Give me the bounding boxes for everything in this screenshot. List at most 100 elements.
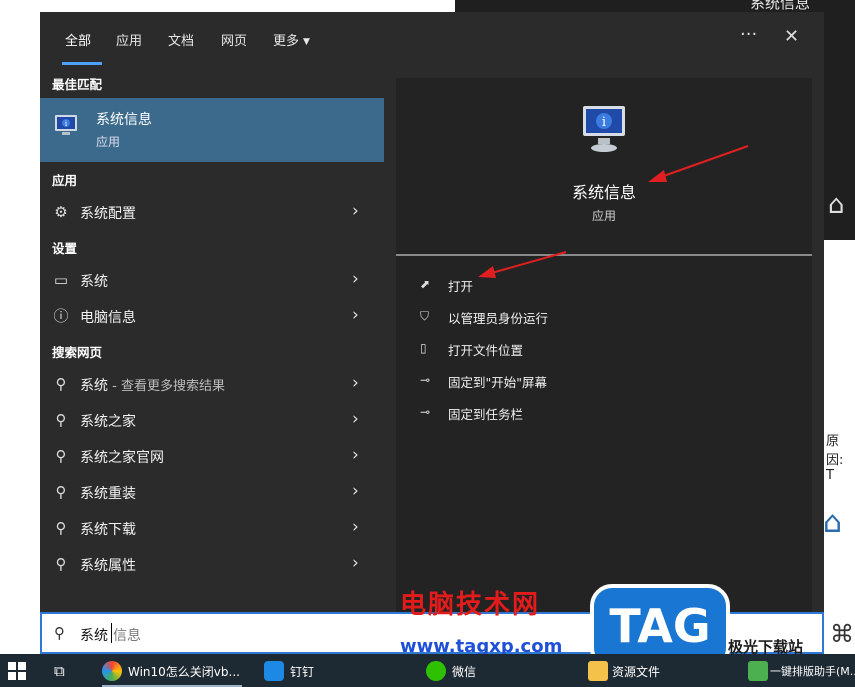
chevron-right-icon[interactable]: › [352, 201, 359, 221]
chevron-right-icon[interactable]: › [352, 269, 359, 289]
taskbar-item-label: 微信 [452, 665, 477, 679]
taskbar-item-dingtalk[interactable]: 钉钉 [262, 654, 332, 687]
tab-web[interactable]: 网页 [221, 30, 247, 49]
result-label: 系统之家官网 [80, 450, 164, 466]
chevron-right-icon[interactable]: › [352, 445, 359, 465]
result-label: 电脑信息 [80, 310, 136, 326]
result-system[interactable]: ▭ 系统 › [40, 262, 384, 298]
chevron-right-icon[interactable]: › [352, 481, 359, 501]
tab-more-label: 更多 [273, 34, 300, 49]
taskbar-item-label: 钉钉 [290, 665, 315, 679]
results-list: 最佳匹配 i 系统信息 应用 应用 ⚙ 系统配置 › 设置 ▭ 系统 › ⓘ 电… [40, 66, 384, 612]
web-result[interactable]: ⚲ 系统之家官网 › [40, 438, 384, 474]
best-match-subtitle: 应用 [96, 135, 121, 149]
background-text-fragment: 原因: T [826, 434, 844, 483]
action-label: 以管理员身份运行 [448, 311, 549, 326]
chevron-right-icon[interactable]: › [352, 373, 359, 393]
result-pc-info[interactable]: ⓘ 电脑信息 › [40, 298, 384, 334]
watermark-brand: 极光下载站 [728, 638, 804, 656]
search-suggestion-text: 信息 [113, 628, 141, 644]
preview-app-subtitle: 应用 [591, 209, 616, 223]
info-icon: ⓘ [53, 307, 69, 325]
tab-more[interactable]: 更多 ▼ [273, 30, 310, 49]
web-header: 搜索网页 [52, 345, 103, 360]
taskbar-item-label: 资源文件 [612, 665, 661, 679]
caret-down-icon: ▼ [303, 36, 310, 47]
chevron-right-icon[interactable]: › [352, 305, 359, 325]
preview-divider [396, 254, 812, 256]
web-result[interactable]: ⚲ 系统下载 › [40, 510, 384, 546]
annotation-arrow [648, 145, 749, 182]
search-icon: ⚲ [55, 447, 67, 465]
action-label: 固定到任务栏 [448, 407, 524, 422]
annotation-arrow [478, 251, 567, 278]
result-label: 系统重装 [80, 486, 136, 502]
web-result[interactable]: ⚲ 系统属性 › [40, 546, 384, 582]
active-tab-indicator [62, 62, 102, 65]
web-result[interactable]: ⚲ 系统 - 查看更多搜索结果 › [40, 366, 384, 402]
search-icon: ⚲ [55, 519, 67, 537]
search-tab-bar: 全部 应用 文档 网页 更多 ▼ ··· ✕ [40, 12, 824, 66]
result-label: 系统之家 [80, 414, 136, 430]
best-match-title: 系统信息 [96, 112, 152, 128]
start-button[interactable] [6, 654, 28, 687]
result-label: 系统属性 [80, 558, 136, 574]
search-panel: 全部 应用 文档 网页 更多 ▼ ··· ✕ 最佳匹配 i 系统信息 应用 应用 … [40, 12, 824, 612]
system-config-icon: ⚙ [54, 203, 68, 221]
task-view-button[interactable]: ⧉ [52, 654, 78, 687]
web-result[interactable]: ⚲ 系统之家 › [40, 402, 384, 438]
tab-apps[interactable]: 应用 [116, 30, 142, 49]
background-logo-fragment-3: ⌘ [830, 620, 854, 648]
web-result[interactable]: ⚲ 系统重装 › [40, 474, 384, 510]
taskbar-item-wechat[interactable]: 微信 [424, 654, 494, 687]
chevron-right-icon[interactable]: › [352, 553, 359, 573]
action-label: 打开文件位置 [448, 343, 524, 358]
search-typed-text: 系统 [80, 628, 108, 644]
result-label: 系统 [80, 274, 108, 290]
taskbar-item-file-explorer[interactable]: 资源文件 [586, 654, 676, 687]
search-icon: ⚲ [55, 411, 67, 429]
taskbar: ⧉ Win10怎么关闭vb... 钉钉 微信 资源文件 一键排版助手(M... [0, 654, 855, 687]
action-label: 固定到"开始"屏幕 [448, 375, 547, 390]
result-label: 系统 - 查看更多搜索结果 [80, 375, 225, 395]
text-caret [111, 623, 112, 643]
wechat-icon [426, 661, 446, 681]
browser-icon [102, 661, 122, 681]
taskbar-item-layout-helper[interactable]: 一键排版助手(M... [748, 654, 855, 687]
settings-header: 设置 [52, 241, 78, 256]
close-icon[interactable]: ✕ [784, 26, 799, 47]
background-logo-fragment: ⌂ [828, 190, 845, 220]
windows-icon [8, 662, 26, 680]
search-icon: ⚲ [55, 483, 67, 501]
file-location-icon: ▯ [420, 341, 427, 355]
apps-header: 应用 [52, 173, 78, 188]
svg-text:i: i [602, 115, 606, 130]
web-result-hint: - 查看更多搜索结果 [108, 379, 225, 394]
action-label: 打开 [448, 279, 474, 294]
result-system-config[interactable]: ⚙ 系统配置 › [40, 194, 384, 230]
laptop-icon: ▭ [53, 271, 69, 289]
web-result-term: 系统 [80, 378, 108, 394]
search-icon: ⚲ [55, 375, 67, 393]
result-label: 系统配置 [80, 206, 136, 222]
watermark-site-name: 电脑技术网 [400, 590, 541, 620]
search-icon: ⚲ [55, 555, 67, 573]
folder-icon [588, 661, 608, 681]
task-view-icon: ⧉ [54, 662, 65, 680]
shield-icon: ⛉ [420, 309, 430, 323]
more-options-icon[interactable]: ··· [740, 24, 757, 45]
best-match-header: 最佳匹配 [52, 77, 103, 92]
search-icon: ⚲ [54, 624, 65, 642]
tab-all[interactable]: 全部 [65, 30, 91, 49]
pin-icon: ⊸ [420, 373, 431, 387]
chevron-right-icon[interactable]: › [352, 409, 359, 429]
tab-documents[interactable]: 文档 [168, 30, 194, 49]
taskbar-item-browser[interactable]: Win10怎么关闭vb... [98, 654, 244, 687]
dingtalk-icon [264, 661, 284, 681]
taskbar-item-label: 一键排版助手(M... [770, 665, 855, 678]
system-info-icon: i [577, 102, 631, 160]
best-match-item[interactable]: i 系统信息 应用 [40, 98, 384, 162]
chevron-right-icon[interactable]: › [352, 517, 359, 537]
result-label: 系统下载 [80, 522, 136, 538]
app-icon [748, 661, 768, 681]
